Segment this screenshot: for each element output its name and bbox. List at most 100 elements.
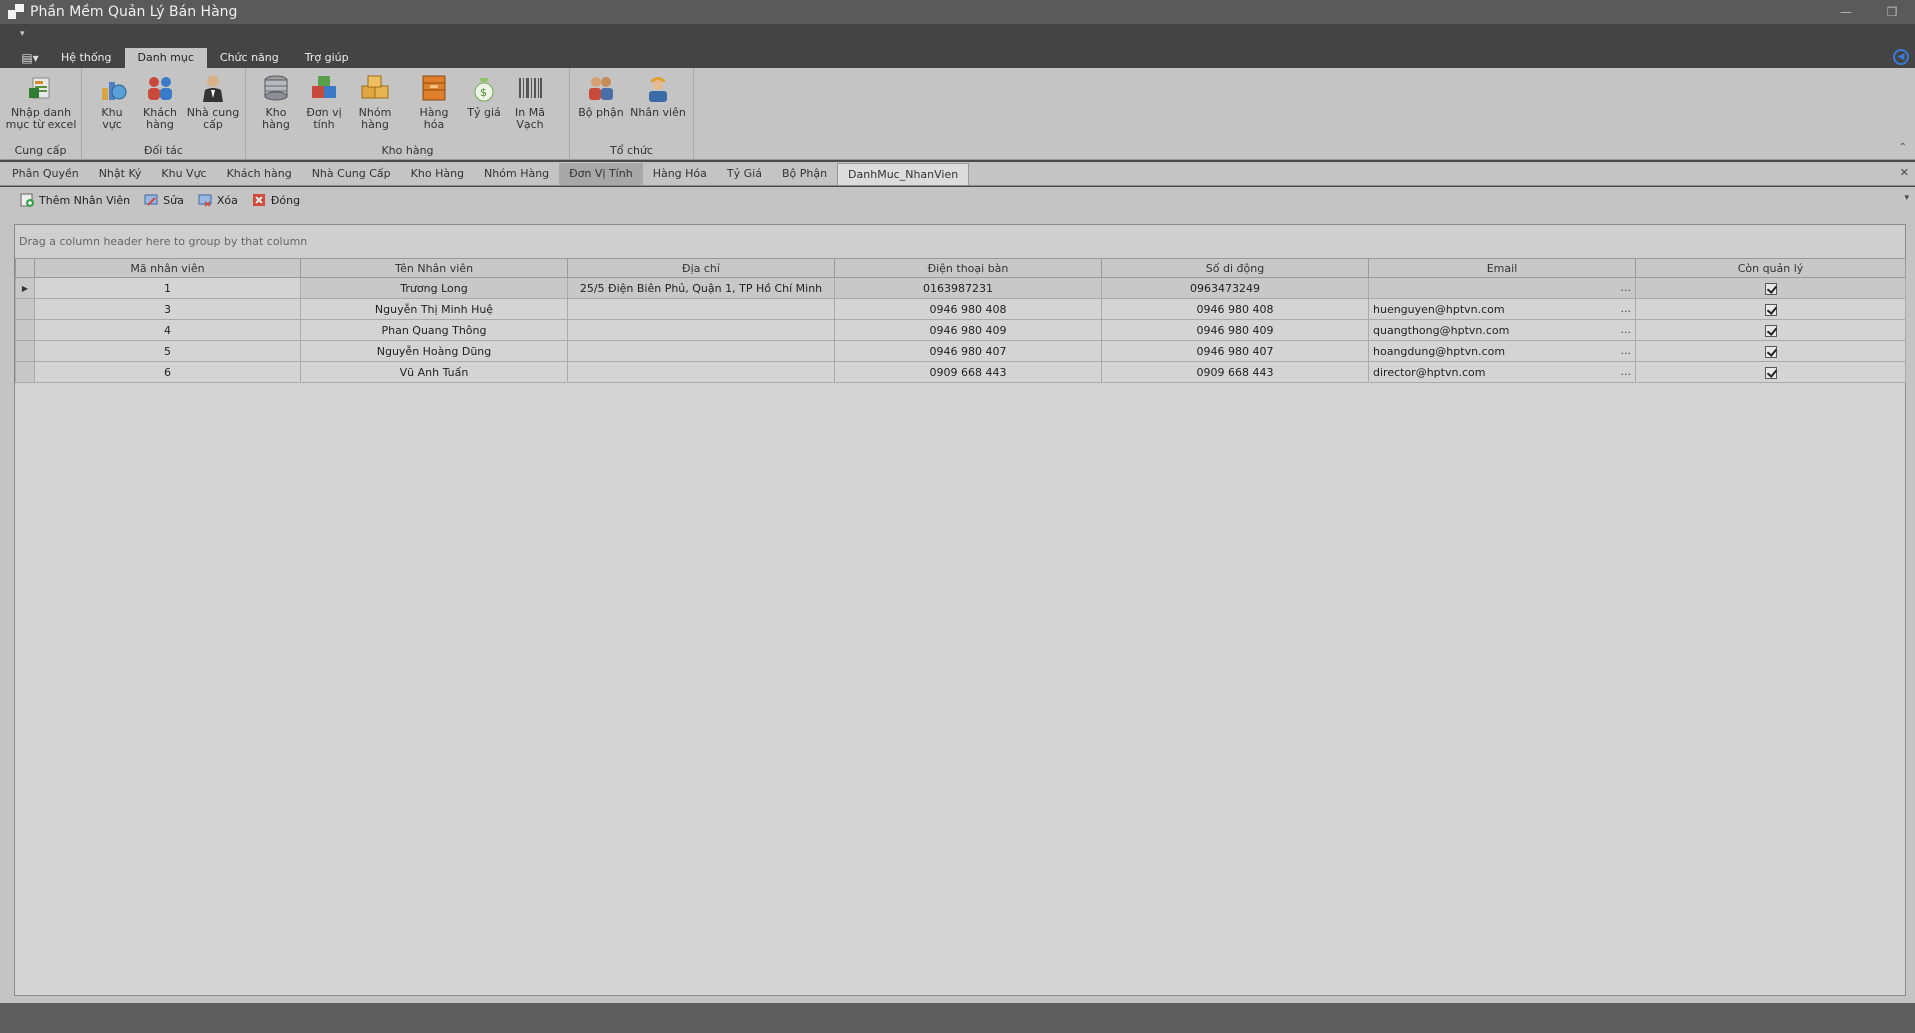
doc-tab-danhmuc-nhanvien[interactable]: DanhMuc_NhanVien [837, 163, 970, 185]
cell-name[interactable]: Nguyễn Hoàng Dũng [300, 340, 568, 362]
doc-tab-nhat-ky[interactable]: Nhật Ký [89, 163, 152, 185]
cell-name[interactable]: Nguyễn Thị Minh Huệ [300, 298, 568, 320]
active-checkbox[interactable] [1764, 282, 1777, 295]
doc-tab-hang-hoa[interactable]: Hàng Hóa [643, 163, 717, 185]
khu-vuc-button[interactable]: Khu vực [90, 72, 134, 131]
active-checkbox[interactable] [1764, 324, 1777, 337]
table-row[interactable]: 3 Nguyễn Thị Minh Huệ 0946 980 408 0946 … [15, 298, 1906, 320]
active-checkbox[interactable] [1764, 366, 1777, 379]
col-header-ten-nhan-vien[interactable]: Tên Nhân viên [300, 258, 568, 278]
email-ellipsis-button[interactable]: ... [1621, 365, 1632, 378]
cell-name[interactable]: Phan Quang Thông [300, 319, 568, 341]
cell-mobile[interactable]: 0963473249 [1101, 277, 1369, 299]
col-header-dia-chi[interactable]: Địa chỉ [567, 258, 835, 278]
cell-active[interactable] [1635, 361, 1906, 383]
doc-tab-bo-phan[interactable]: Bộ Phận [772, 163, 837, 185]
email-ellipsis-button[interactable]: ... [1621, 344, 1632, 357]
collapse-ribbon-icon[interactable]: ⌃ [1899, 142, 1907, 153]
cell-phone[interactable]: 0946 980 408 [834, 298, 1102, 320]
table-row[interactable]: ▶ 1 Trương Long 25/5 Điện Biên Phủ, Quận… [15, 277, 1906, 299]
doc-tab-don-vi-tinh[interactable]: Đơn Vị Tính [559, 163, 643, 185]
cell-phone[interactable]: 0946 980 409 [834, 319, 1102, 341]
nha-cung-cap-button[interactable]: Nhà cung cấp [186, 72, 240, 131]
import-excel-button[interactable]: Nhập danh mục từ excel [5, 72, 77, 131]
cell-id[interactable]: 4 [34, 319, 301, 341]
group-by-panel[interactable]: Drag a column header here to group by th… [15, 225, 1905, 258]
close-button[interactable]: Đóng [252, 193, 300, 207]
active-checkbox[interactable] [1764, 303, 1777, 316]
in-ma-vach-button[interactable]: In Mã Vạch [508, 72, 552, 131]
group-title-to-chuc: Tổ chức [610, 144, 653, 157]
cell-active[interactable] [1635, 319, 1906, 341]
cell-active[interactable] [1635, 298, 1906, 320]
cell-mobile[interactable]: 0909 668 443 [1101, 361, 1369, 383]
nhan-vien-button[interactable]: Nhân viên [630, 72, 686, 119]
restore-button[interactable]: ❐ [1869, 0, 1915, 24]
cell-email[interactable]: hoangdung@hptvn.com... [1368, 340, 1636, 362]
edit-button[interactable]: Sửa [144, 193, 184, 207]
table-row[interactable]: 4 Phan Quang Thông 0946 980 409 0946 980… [15, 319, 1906, 341]
doc-tab-nha-cung-cap[interactable]: Nhà Cung Cấp [302, 163, 401, 185]
doc-tab-phan-quyen[interactable]: Phân Quyền [2, 163, 89, 185]
add-employee-button[interactable]: Thêm Nhân Viên [20, 193, 130, 207]
cell-email[interactable]: ... [1368, 277, 1636, 299]
cell-address[interactable] [567, 319, 835, 341]
cell-address[interactable]: 25/5 Điện Biên Phủ, Quận 1, TP Hồ Chí Mi… [567, 277, 835, 299]
cell-id[interactable]: 6 [34, 361, 301, 383]
cell-email[interactable]: huenguyen@hptvn.com... [1368, 298, 1636, 320]
cell-address[interactable] [567, 361, 835, 383]
cell-phone[interactable]: 0909 668 443 [834, 361, 1102, 383]
doc-tab-nhom-hang[interactable]: Nhóm Hàng [474, 163, 559, 185]
delete-button[interactable]: Xóa [198, 193, 238, 207]
col-header-dien-thoai-ban[interactable]: Điện thoại bàn [834, 258, 1102, 278]
cell-active[interactable] [1635, 277, 1906, 299]
cell-phone[interactable]: 0163987231 [834, 277, 1102, 299]
hang-hoa-button[interactable]: Hàng hóa [408, 72, 460, 131]
cell-phone[interactable]: 0946 980 407 [834, 340, 1102, 362]
minimize-button[interactable]: — [1823, 0, 1869, 24]
table-row[interactable]: 6 Vũ Anh Tuấn 0909 668 443 0909 668 443 … [15, 361, 1906, 383]
cell-name[interactable]: Trương Long [300, 277, 568, 299]
cell-address[interactable] [567, 340, 835, 362]
khach-hang-button[interactable]: Khách hàng [138, 72, 182, 131]
cell-address[interactable] [567, 298, 835, 320]
email-ellipsis-button[interactable]: ... [1621, 281, 1632, 294]
col-header-ma-nhan-vien[interactable]: Mã nhân viên [34, 258, 301, 278]
kho-hang-button[interactable]: Kho hàng [252, 72, 300, 131]
ribbon-tab-danh-muc[interactable]: Danh mục [124, 48, 207, 68]
doc-tab-khu-vuc[interactable]: Khu Vực [151, 163, 216, 185]
delete-icon [198, 193, 212, 207]
cell-name[interactable]: Vũ Anh Tuấn [300, 361, 568, 383]
cell-email[interactable]: director@hptvn.com... [1368, 361, 1636, 383]
toolbar-expand-icon[interactable]: ▾ [1904, 193, 1909, 203]
ribbon-tab-chuc-nang[interactable]: Chức năng [207, 48, 292, 68]
close-document-icon[interactable]: ✕ [1900, 166, 1909, 179]
nhom-hang-button[interactable]: Nhóm hàng [346, 72, 404, 131]
cell-mobile[interactable]: 0946 980 409 [1101, 319, 1369, 341]
col-header-email[interactable]: Email [1368, 258, 1636, 278]
cell-id[interactable]: 5 [34, 340, 301, 362]
cell-email[interactable]: quangthong@hptvn.com... [1368, 319, 1636, 341]
cell-id[interactable]: 1 [34, 277, 301, 299]
doc-tab-khach-hang[interactable]: Khách hàng [217, 163, 302, 185]
table-row[interactable]: 5 Nguyễn Hoàng Dũng 0946 980 407 0946 98… [15, 340, 1906, 362]
cell-mobile[interactable]: 0946 980 408 [1101, 298, 1369, 320]
back-arrow-icon[interactable]: ◀ [1893, 49, 1909, 65]
bo-phan-button[interactable]: Bộ phận [576, 72, 626, 119]
cell-id[interactable]: 3 [34, 298, 301, 320]
email-ellipsis-button[interactable]: ... [1621, 323, 1632, 336]
email-ellipsis-button[interactable]: ... [1621, 302, 1632, 315]
ty-gia-button[interactable]: $ Tỷ giá [462, 72, 506, 119]
active-checkbox[interactable] [1764, 345, 1777, 358]
qat-customize-icon[interactable]: ▾ [20, 29, 25, 39]
doc-tab-kho-hang[interactable]: Kho Hàng [401, 163, 474, 185]
col-header-con-quan-ly[interactable]: Còn quản lý [1635, 258, 1906, 278]
application-menu-button[interactable]: ▤▾ [12, 48, 48, 68]
ribbon-tab-tro-giup[interactable]: Trợ giúp [292, 48, 362, 68]
ribbon-tab-he-thong[interactable]: Hệ thống [48, 48, 125, 68]
don-vi-tinh-button[interactable]: Đơn vị tính [304, 72, 344, 131]
cell-mobile[interactable]: 0946 980 407 [1101, 340, 1369, 362]
col-header-so-di-dong[interactable]: Số di động [1101, 258, 1369, 278]
doc-tab-ty-gia[interactable]: Tỷ Giá [717, 163, 772, 185]
cell-active[interactable] [1635, 340, 1906, 362]
